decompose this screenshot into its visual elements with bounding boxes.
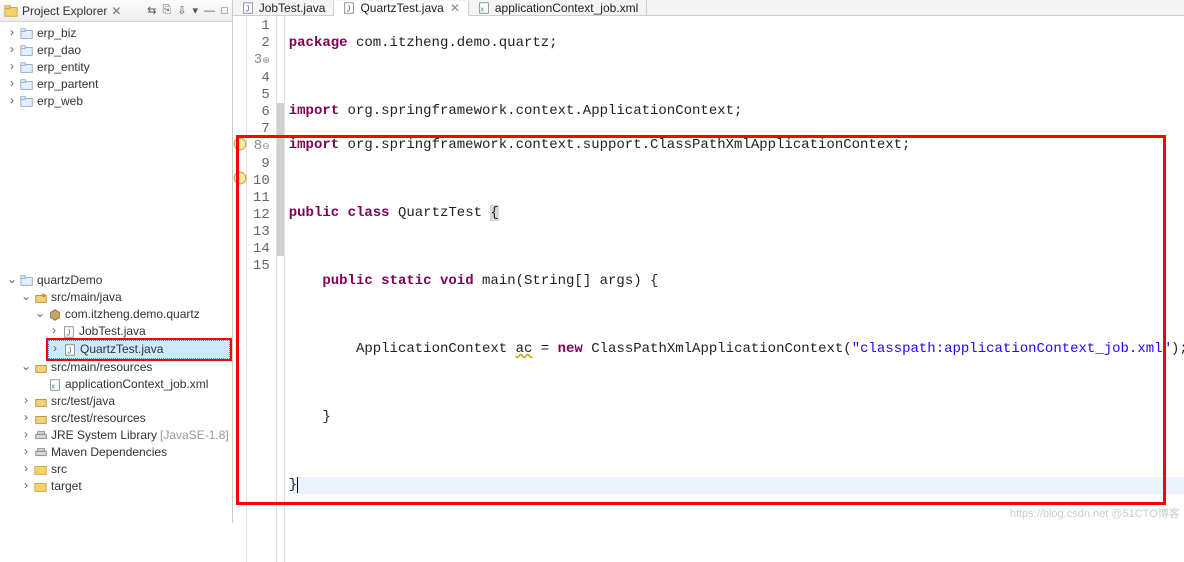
svg-text:x: x <box>52 383 56 390</box>
tree-item-erp-partent[interactable]: ›erp_partent <box>6 76 230 93</box>
minimize-button[interactable]: — <box>204 5 215 17</box>
tree-label: src/main/java <box>51 289 122 306</box>
tab-label: applicationContext_job.xml <box>495 1 638 15</box>
focus-button[interactable]: ⇩ <box>177 4 186 17</box>
java-file-icon: J <box>241 1 255 15</box>
editor-tabbar: J JobTest.java J QuartzTest.java ✕ x app… <box>233 0 1184 16</box>
tree-item-target[interactable]: ›target <box>20 478 230 495</box>
panel-title: Project Explorer <box>22 4 107 18</box>
tree-label: src/test/java <box>51 393 115 410</box>
svg-text:J: J <box>66 328 70 337</box>
tree-label: Maven Dependencies <box>51 444 167 461</box>
source-code[interactable]: package com.itzheng.demo.quartz; import … <box>285 16 1184 562</box>
tree-label: erp_entity <box>37 59 90 76</box>
watermark: https://blog.csdn.net @51CTO博客 <box>1010 505 1180 521</box>
tree-label: erp_web <box>37 93 83 110</box>
tree-item-package[interactable]: ⌄com.itzheng.demo.quartz <box>34 306 230 323</box>
editor-area: J JobTest.java J QuartzTest.java ✕ x app… <box>233 0 1184 523</box>
tab-label: QuartzTest.java <box>360 1 443 15</box>
project-explorer-icon <box>4 4 18 18</box>
pin-icon[interactable]: ✕ <box>111 4 121 18</box>
tab-jobtest[interactable]: J JobTest.java <box>233 0 335 15</box>
svg-text:J: J <box>67 346 71 355</box>
tree-label: QuartzTest.java <box>80 341 163 358</box>
line-number-gutter: 123⊕45678⊖9101112131415 <box>247 16 277 562</box>
folding-ruler <box>277 16 285 562</box>
tree-label-suffix: [JavaSE-1.8] <box>160 427 229 444</box>
tree-label: JRE System Library <box>51 427 157 444</box>
tree-item-quartztest[interactable]: ›JQuartzTest.java <box>48 340 230 359</box>
tree-item-erp-entity[interactable]: ›erp_entity <box>6 59 230 76</box>
svg-text:x: x <box>480 6 484 13</box>
link-editor-button[interactable]: ⇆ <box>147 4 156 17</box>
code-editor[interactable]: 123⊕45678⊖9101112131415 package com.itzh… <box>233 16 1184 562</box>
marker-ruler <box>233 16 247 562</box>
close-icon[interactable]: ✕ <box>450 1 460 15</box>
panel-toolbar: ⇆ ⎘ ⇩ ▾ — □ <box>147 4 227 17</box>
tab-label: JobTest.java <box>259 1 326 15</box>
xml-file-icon: x <box>477 1 491 15</box>
tree-label: erp_biz <box>37 25 76 42</box>
project-tree[interactable]: ›erp_biz ›erp_dao ›erp_entity ›erp_parte… <box>0 22 232 498</box>
tree-label: erp_partent <box>37 76 98 93</box>
java-file-icon: J <box>342 1 356 15</box>
tree-item-src-test-java[interactable]: ›src/test/java <box>20 393 230 410</box>
tree-item-appcontext-xml[interactable]: x applicationContext_job.xml <box>34 376 230 393</box>
tree-item-erp-dao[interactable]: ›erp_dao <box>6 42 230 59</box>
tree-item-src-test-resources[interactable]: ›src/test/resources <box>20 410 230 427</box>
tab-quartztest[interactable]: J QuartzTest.java ✕ <box>334 1 468 16</box>
tree-item-quartzdemo[interactable]: ⌄quartzDemo <box>6 272 230 289</box>
warning-marker-icon <box>233 174 247 188</box>
svg-text:J: J <box>347 5 351 14</box>
tree-item-src-main-java[interactable]: ⌄src/main/java <box>20 289 230 306</box>
tree-label: JobTest.java <box>79 323 146 340</box>
tree-label: applicationContext_job.xml <box>65 376 208 393</box>
project-explorer-header: Project Explorer ✕ ⇆ ⎘ ⇩ ▾ — □ <box>0 0 232 22</box>
project-explorer-panel: Project Explorer ✕ ⇆ ⎘ ⇩ ▾ — □ ›erp_biz … <box>0 0 233 523</box>
tree-item-maven[interactable]: ›Maven Dependencies <box>20 444 230 461</box>
tree-label: com.itzheng.demo.quartz <box>65 306 200 323</box>
tree-label: src/test/resources <box>51 410 146 427</box>
tree-label: target <box>51 478 82 495</box>
tree-item-jre[interactable]: ›JRE System Library [JavaSE-1.8] <box>20 427 230 444</box>
collapse-all-button[interactable]: ⎘ <box>163 4 172 17</box>
tree-item-src-main-resources[interactable]: ⌄src/main/resources <box>20 359 230 376</box>
view-menu-button[interactable]: ▾ <box>193 4 199 17</box>
tab-appcontext[interactable]: x applicationContext_job.xml <box>469 0 647 15</box>
tree-item-erp-web[interactable]: ›erp_web <box>6 93 230 110</box>
tree-item-erp-biz[interactable]: ›erp_biz <box>6 25 230 42</box>
tree-label: src/main/resources <box>51 359 152 376</box>
tree-label: src <box>51 461 67 478</box>
tree-label: erp_dao <box>37 42 81 59</box>
maximize-button[interactable]: □ <box>221 5 228 17</box>
tree-label: quartzDemo <box>37 272 102 289</box>
tree-item-jobtest[interactable]: ›JJobTest.java <box>48 323 230 340</box>
tree-item-src[interactable]: ›src <box>20 461 230 478</box>
info-marker-icon <box>233 140 247 154</box>
svg-text:J: J <box>245 4 249 13</box>
